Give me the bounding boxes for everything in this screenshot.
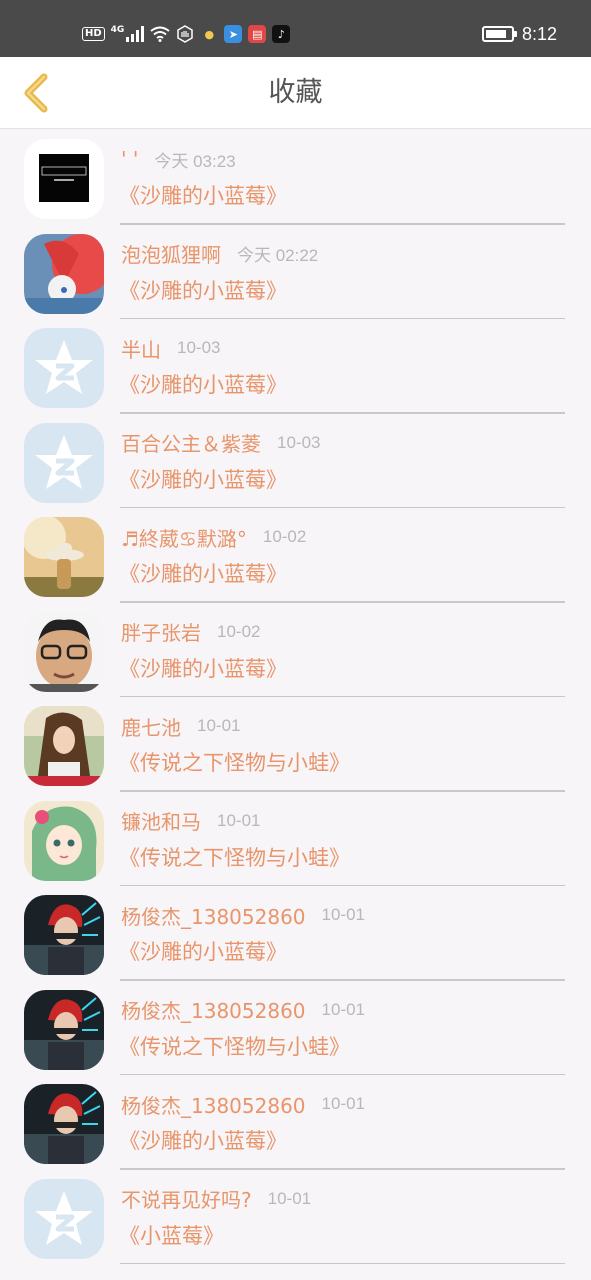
favorite-item[interactable]: 百合公主＆紫菱 10-03 《沙雕的小蓝莓》: [0, 414, 591, 508]
timestamp: 10-03: [177, 338, 221, 357]
timestamp: 今天 03:23: [154, 151, 236, 171]
user-name[interactable]: 百合公主＆紫菱: [121, 428, 261, 457]
favorites-list: ' ' 今天 03:23 《沙雕的小蓝莓》 泡泡狐狸啊 今天 02:22 《沙雕的小蓝莓》…: [0, 130, 591, 1264]
favorite-item[interactable]: ♬終葳♋默潞° 10-02 《沙雕的小蓝莓》: [0, 508, 591, 603]
battery-icon: [481, 26, 517, 42]
timestamp: 10-02: [262, 527, 307, 546]
name-line: ' ' 今天 03:23: [121, 144, 236, 174]
favorite-item[interactable]: 杨俊杰_138052860 10-01 《传说之下怪物与小蛙》: [0, 981, 591, 1075]
timestamp: 10-03: [277, 432, 321, 452]
avatar[interactable]: [24, 706, 104, 786]
name-line: 胖子张岩 10-02: [121, 617, 260, 647]
lightbulb-app-icon: ●: [204, 27, 215, 41]
blue-app-icon: ➤: [224, 25, 243, 43]
timestamp: 10-01: [321, 905, 366, 924]
signal-icon: [126, 26, 145, 42]
clock: 8:12: [521, 23, 557, 44]
favorite-item[interactable]: 半山 10-03 《沙雕的小蓝莓》: [0, 319, 591, 414]
user-name[interactable]: 杨俊杰_138052860: [121, 901, 306, 930]
name-line: 杨俊杰_138052860 10-01: [121, 1089, 365, 1119]
favorite-item[interactable]: ' ' 今天 03:23 《沙雕的小蓝莓》: [0, 130, 591, 225]
favorite-item[interactable]: 泡泡狐狸啊 今天 02:22 《沙雕的小蓝莓》: [0, 225, 591, 319]
book-title-link[interactable]: 《沙雕的小蓝莓》: [119, 180, 287, 210]
status-bar: HD 4G ● ➤ ▤ ♪ 8:12: [0, 0, 591, 57]
timestamp: 今天 02:22: [237, 246, 319, 265]
avatar[interactable]: [24, 800, 104, 881]
network-type: 4G: [110, 25, 125, 35]
user-name[interactable]: 胖子张岩: [121, 617, 201, 646]
avatar[interactable]: [24, 139, 104, 219]
page-title: 收藏: [268, 77, 323, 108]
tiktok-icon: ♪: [272, 25, 291, 43]
book-title-link[interactable]: 《沙雕的小蓝莓》: [119, 275, 287, 305]
timestamp: 10-01: [321, 999, 366, 1019]
book-title-link[interactable]: 《传说之下怪物与小蛙》: [119, 1031, 350, 1061]
book-title-link[interactable]: 《传说之下怪物与小蛙》: [119, 842, 350, 872]
name-line: 泡泡狐狸啊 今天 02:22: [121, 239, 318, 269]
name-line: 百合公主＆紫菱 10-03: [121, 428, 320, 458]
app-header: 收藏: [0, 57, 591, 129]
timestamp: 10-01: [321, 1094, 366, 1113]
avatar[interactable]: [24, 422, 104, 503]
favorite-item[interactable]: 镰池和马 10-01 《传说之下怪物与小蛙》: [0, 792, 591, 886]
user-name[interactable]: 鹿七池: [121, 712, 181, 741]
name-line: 镰池和马 10-01: [121, 806, 260, 836]
user-name[interactable]: 镰池和马: [121, 806, 201, 835]
book-title-link[interactable]: 《沙雕的小蓝莓》: [119, 1125, 287, 1155]
favorite-item[interactable]: 鹿七池 10-01 《传说之下怪物与小蛙》: [0, 697, 591, 792]
user-name[interactable]: 杨俊杰_138052860: [121, 1090, 306, 1119]
book-title-link[interactable]: 《传说之下怪物与小蛙》: [119, 747, 350, 777]
user-name[interactable]: 不说再见好吗?: [121, 1184, 252, 1213]
book-title-link[interactable]: 《沙雕的小蓝莓》: [119, 558, 287, 588]
hd-indicator: HD: [82, 27, 105, 41]
divider: [120, 1262, 565, 1264]
timestamp: 10-01: [197, 716, 241, 735]
name-line: 不说再见好吗? 10-01: [121, 1184, 311, 1214]
status-icons-right: 8:12: [481, 20, 557, 48]
favorite-item[interactable]: 不说再见好吗? 10-01 《小蓝莓》: [0, 1170, 591, 1264]
book-title-link[interactable]: 《沙雕的小蓝莓》: [119, 936, 287, 966]
avatar[interactable]: [24, 517, 104, 597]
book-title-link[interactable]: 《沙雕的小蓝莓》: [119, 653, 287, 683]
avatar[interactable]: [24, 1178, 104, 1259]
status-icons-left: HD 4G ● ➤ ▤ ♪: [82, 20, 291, 48]
user-name[interactable]: 泡泡狐狸啊: [121, 239, 221, 268]
avatar[interactable]: [24, 233, 104, 314]
favorite-item[interactable]: 杨俊杰_138052860 10-01 《沙雕的小蓝莓》: [0, 886, 591, 981]
book-title-link[interactable]: 《小蓝莓》: [119, 1220, 224, 1250]
book-app-icon: ▤: [248, 25, 267, 43]
hand-icon: [177, 25, 194, 43]
timestamp: 10-02: [217, 621, 261, 641]
user-name[interactable]: 半山: [121, 334, 161, 363]
user-name[interactable]: 杨俊杰_138052860: [121, 995, 306, 1024]
name-line: 鹿七池 10-01: [121, 711, 240, 741]
user-name[interactable]: ♬終葳♋默潞°: [121, 523, 247, 552]
favorite-item[interactable]: 胖子张岩 10-02 《沙雕的小蓝莓》: [0, 603, 591, 697]
avatar[interactable]: [24, 611, 104, 692]
name-line: ♬終葳♋默潞° 10-02: [121, 522, 306, 552]
timestamp: 10-01: [217, 810, 261, 830]
avatar[interactable]: [24, 989, 104, 1070]
book-title-link[interactable]: 《沙雕的小蓝莓》: [119, 464, 287, 494]
avatar[interactable]: [24, 1084, 104, 1164]
avatar[interactable]: [24, 328, 104, 408]
user-name[interactable]: ' ': [121, 147, 138, 171]
avatar[interactable]: [24, 895, 104, 975]
name-line: 杨俊杰_138052860 10-01: [121, 900, 365, 930]
favorite-item[interactable]: 杨俊杰_138052860 10-01 《沙雕的小蓝莓》: [0, 1075, 591, 1170]
book-title-link[interactable]: 《沙雕的小蓝莓》: [119, 369, 287, 399]
timestamp: 10-01: [267, 1188, 312, 1208]
wifi-icon: [150, 26, 170, 42]
name-line: 杨俊杰_138052860 10-01: [121, 995, 365, 1025]
name-line: 半山 10-03: [121, 333, 220, 363]
